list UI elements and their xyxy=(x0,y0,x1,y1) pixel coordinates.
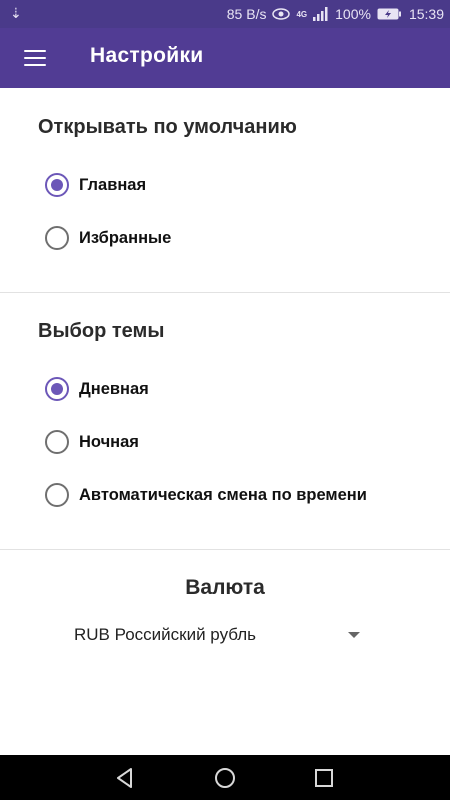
recents-icon[interactable] xyxy=(311,765,337,791)
currency-section-title: Валюта xyxy=(185,576,265,599)
radio-label: Дневная xyxy=(79,379,149,398)
back-icon[interactable] xyxy=(112,765,138,791)
radio-label: Главная xyxy=(79,175,147,194)
radio-label: Автоматическая смена по времени xyxy=(79,485,367,504)
home-icon[interactable] xyxy=(212,765,238,791)
network-speed: 85 B/s xyxy=(226,6,267,22)
radio-label: Избранные xyxy=(79,228,172,247)
status-indicators: 85 B/s 4G 100% 15:39 xyxy=(227,0,444,28)
menu-icon[interactable] xyxy=(17,46,53,70)
radio-option-favorites[interactable]: Избранные xyxy=(45,223,171,253)
default-open-section-title: Открывать по умолчанию xyxy=(38,116,297,138)
battery-icon xyxy=(377,8,401,20)
radio-option-auto[interactable]: Автоматическая смена по времени xyxy=(45,480,367,510)
radio-button[interactable] xyxy=(45,430,69,454)
signal-icon xyxy=(313,7,328,21)
app-bar: Настройки xyxy=(0,28,450,88)
eye-icon xyxy=(272,8,291,20)
radio-button[interactable] xyxy=(45,483,69,507)
page-title: Настройки xyxy=(90,44,204,67)
radio-option-day[interactable]: Дневная xyxy=(45,374,149,404)
divider xyxy=(0,292,450,293)
radio-button[interactable] xyxy=(45,226,69,250)
divider xyxy=(0,549,450,550)
currency-selected-value: RUB Российский рубль xyxy=(74,625,257,644)
battery-percent: 100% xyxy=(335,6,371,22)
currency-dropdown[interactable]: RUB Российский рубль xyxy=(74,620,364,650)
clock: 15:39 xyxy=(408,6,444,22)
dropdown-arrow-icon xyxy=(348,632,360,638)
usb-icon: ⇣ xyxy=(10,5,22,21)
radio-option-main[interactable]: Главная xyxy=(45,170,146,200)
system-nav-bar xyxy=(0,755,450,800)
radio-label: Ночная xyxy=(79,432,139,451)
network-type-label: 4G xyxy=(296,9,308,19)
theme-section-title: Выбор темы xyxy=(38,320,165,342)
radio-button[interactable] xyxy=(45,173,69,197)
radio-button[interactable] xyxy=(45,377,69,401)
radio-option-night[interactable]: Ночная xyxy=(45,427,139,457)
status-bar: ⇣ 85 B/s 4G 100% 15:39 xyxy=(0,0,450,28)
